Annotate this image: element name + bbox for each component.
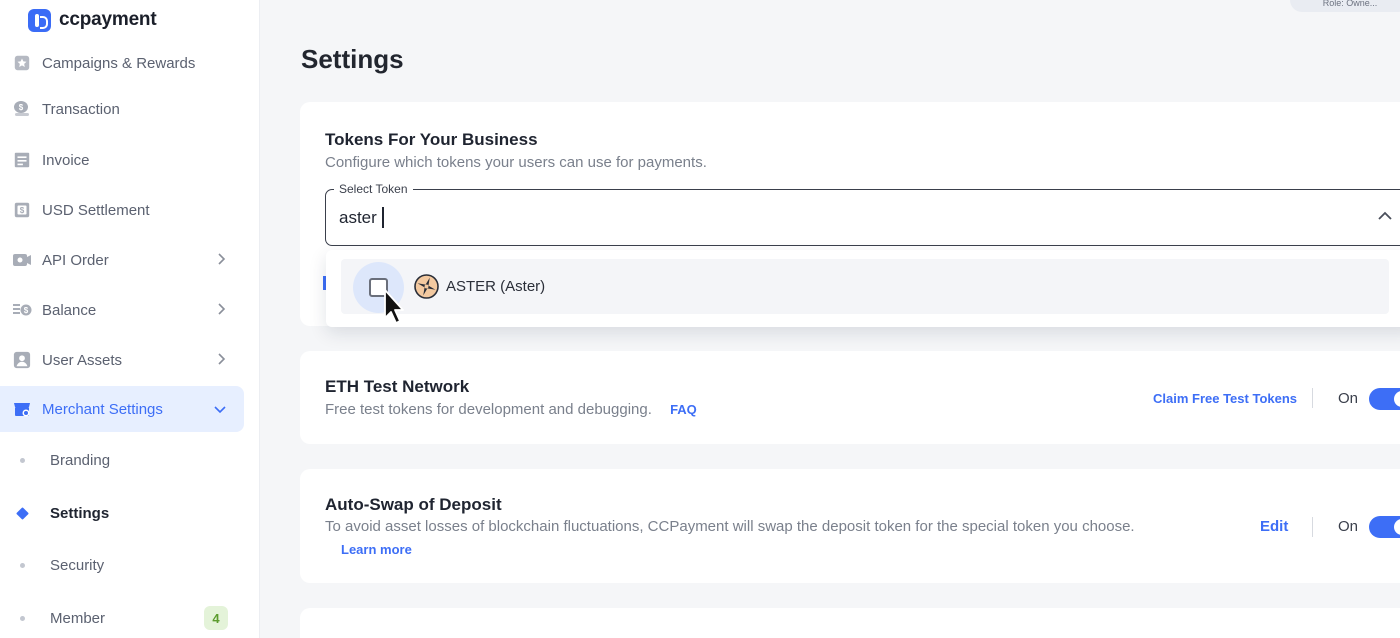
chevron-right-icon [216,302,226,318]
tokens-card-title: Tokens For Your Business [325,130,538,149]
sidebar-item-campaigns[interactable]: Campaigns & Rewards [0,40,244,86]
sidebar-subitem-label: Member [50,609,106,627]
dollar-doc-icon: $ [12,200,32,220]
sidebar-subitem-settings[interactable]: Settings [0,493,244,533]
star-icon [12,53,32,73]
divider [1312,517,1313,537]
role-pill[interactable]: Role: Owne... [1290,0,1400,12]
eth-card-title: ETH Test Network [325,377,470,396]
sidebar-subitem-label: Security [50,556,105,574]
mouse-pointer-icon [383,288,405,326]
sidebar-item-label: USD Settlement [42,201,150,219]
sidebar-item-invoice[interactable]: Invoice [0,137,244,183]
auto-swap-toggle[interactable] [1369,516,1400,538]
svg-text:$: $ [24,306,29,315]
swap-toggle-label: On [1338,518,1359,535]
user-icon [12,350,32,370]
learn-more-link[interactable]: Learn more [341,542,412,557]
sidebar-item-label: API Order [42,251,109,269]
sidebar-item-user-assets[interactable]: User Assets [0,337,244,383]
svg-text:$: $ [20,206,25,215]
store-gear-icon [12,399,32,419]
brand-logo[interactable]: ccpayment [28,8,157,32]
eth-card-description-text: Free test tokens for development and deb… [325,401,652,418]
chevron-down-icon [214,401,226,417]
swap-card-description: To avoid asset losses of blockchain fluc… [325,518,1135,535]
bullet-dot-icon [20,458,25,463]
chevron-up-icon[interactable] [1377,208,1393,224]
sidebar-item-transaction[interactable]: $ Transaction [0,86,244,132]
ccpayment-logo-icon [28,8,51,32]
invoice-icon [12,150,32,170]
active-diamond-icon [16,507,29,520]
token-search-input[interactable] [339,208,939,228]
bullet-dot-icon [20,563,25,568]
eth-card-description: Free test tokens for development and deb… [325,401,697,418]
sidebar-item-label: Merchant Settings [42,400,163,418]
sidebar-item-merchant-settings[interactable]: Merchant Settings [0,386,244,432]
divider [1312,388,1313,408]
sidebar: ccpayment Campaigns & Rewards $ Transact… [0,0,260,638]
brand-name: ccpayment [59,9,157,30]
chevron-right-icon [216,352,226,368]
aster-token-icon [414,274,439,299]
sidebar-item-api-order[interactable]: API Order [0,237,244,283]
claim-test-tokens-link[interactable]: Claim Free Test Tokens [1153,391,1297,406]
sidebar-item-usd-settlement[interactable]: $ USD Settlement [0,187,244,233]
member-count-badge: 4 [204,606,228,630]
text-caret [382,207,384,228]
swap-card-title: Auto-Swap of Deposit [325,495,502,514]
tokens-card-description: Configure which tokens your users can us… [325,154,707,171]
svg-text:$: $ [19,103,24,112]
eth-network-toggle[interactable] [1369,388,1400,410]
sidebar-item-label: Balance [42,301,97,319]
page-title: Settings [301,44,404,74]
token-option-label: ASTER (Aster) [446,278,546,295]
sidebar-subitem-member[interactable]: Member 4 [0,598,244,638]
chevron-right-icon [216,252,226,268]
sidebar-subitem-label: Settings [50,504,110,522]
sidebar-subitem-branding[interactable]: Branding [0,440,244,480]
api-icon [12,250,32,270]
faq-link[interactable]: FAQ [670,402,697,417]
sidebar-item-label: Invoice [42,151,90,169]
sidebar-item-label: Transaction [42,100,120,118]
sidebar-item-label: User Assets [42,351,123,369]
sidebar-subitem-label: Branding [50,451,111,469]
sidebar-subitem-security[interactable]: Security [0,545,244,585]
eth-toggle-label: On [1338,390,1359,407]
wallet-icon: $ [12,300,32,320]
coins-icon: $ [12,99,32,119]
sidebar-item-balance[interactable]: $ Balance [0,287,244,333]
edit-swap-link[interactable]: Edit [1260,518,1288,535]
sidebar-item-label: Campaigns & Rewards [42,54,196,72]
bullet-dot-icon [20,616,25,621]
app-root: ccpayment Campaigns & Rewards $ Transact… [0,0,1400,638]
auto-swap-card: Auto-Swap of Deposit To avoid asset loss… [300,469,1400,583]
token-select-label: Select Token [334,182,413,196]
next-settings-card [300,608,1400,638]
